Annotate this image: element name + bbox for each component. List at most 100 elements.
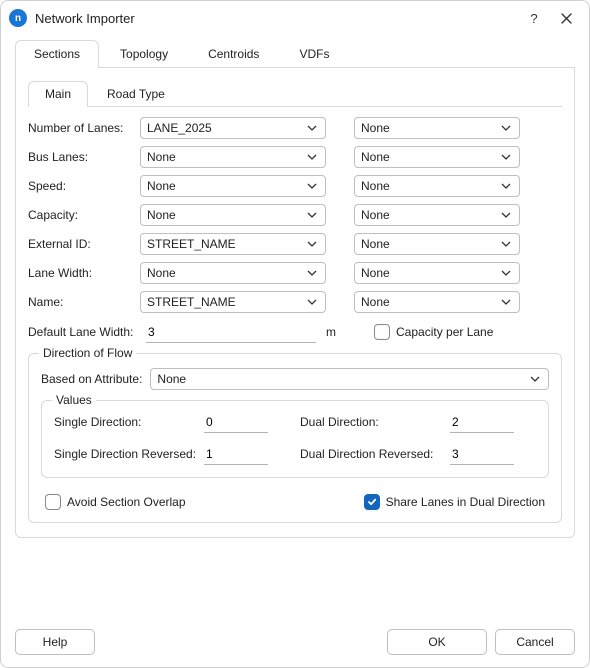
combo-external-id-left[interactable]: STREET_NAME [140, 233, 326, 255]
help-button[interactable]: Help [15, 629, 95, 655]
cancel-button[interactable]: Cancel [495, 629, 575, 655]
capacity-per-lane-check[interactable]: Capacity per Lane [374, 324, 493, 340]
combo-external-id-right[interactable]: None [354, 233, 520, 255]
chevron-down-icon [305, 125, 319, 131]
input-single-direction[interactable] [204, 411, 268, 433]
combo-capacity-right[interactable]: None [354, 204, 520, 226]
combo-value: None [147, 150, 305, 164]
chevron-down-icon [499, 154, 513, 160]
combo-number-of-lanes-right[interactable]: None [354, 117, 520, 139]
label-dual-direction-reversed: Dual Direction Reversed: [300, 447, 450, 461]
tab-sections[interactable]: Sections [15, 40, 99, 68]
label-capacity: Capacity: [28, 208, 140, 222]
values-grid: Single Direction: Dual Direction: Single… [54, 411, 536, 465]
dialog-footer: Help OK Cancel [1, 621, 589, 667]
sections-tab-page: Main Road Type Number of Lanes: LANE_202… [15, 68, 575, 538]
chevron-down-icon [305, 299, 319, 305]
chevron-down-icon [528, 376, 542, 382]
combo-number-of-lanes-left[interactable]: LANE_2025 [140, 117, 326, 139]
chevron-down-icon [499, 299, 513, 305]
tab-label: Topology [120, 47, 168, 61]
checkbox-icon [364, 494, 380, 510]
subtab-main[interactable]: Main [28, 81, 88, 107]
ok-button[interactable]: OK [387, 629, 487, 655]
combo-bus-lanes-right[interactable]: None [354, 146, 520, 168]
button-label: Cancel [516, 635, 553, 649]
label-dual-direction: Dual Direction: [300, 415, 450, 429]
combo-value: None [157, 372, 528, 386]
combo-name-right[interactable]: None [354, 291, 520, 313]
svg-text:?: ? [530, 11, 537, 25]
tab-label: Centroids [208, 47, 259, 61]
tab-vdfs[interactable]: VDFs [280, 40, 348, 68]
based-on-attribute-row: Based on Attribute: None [41, 368, 549, 390]
chevron-down-icon [305, 154, 319, 160]
help-titlebar-button[interactable]: ? [521, 7, 547, 29]
tab-label: Main [45, 87, 71, 101]
combo-based-on-attribute[interactable]: None [150, 368, 549, 390]
chevron-down-icon [305, 212, 319, 218]
combo-speed-right[interactable]: None [354, 175, 520, 197]
label-number-of-lanes: Number of Lanes: [28, 121, 140, 135]
input-dual-direction-reversed[interactable] [450, 443, 514, 465]
combo-value: None [361, 179, 499, 193]
input-single-direction-reversed[interactable] [204, 443, 268, 465]
label-default-lane-width: Default Lane Width: [28, 325, 140, 339]
app-icon-letter: n [15, 13, 21, 24]
sub-tabs: Main Road Type [28, 80, 562, 107]
tab-label: Sections [34, 47, 80, 61]
label-based-on-attribute: Based on Attribute: [41, 372, 142, 386]
checkbox-icon [45, 494, 61, 510]
chevron-down-icon [305, 183, 319, 189]
label-bus-lanes: Bus Lanes: [28, 150, 140, 164]
label-single-direction: Single Direction: [54, 415, 204, 429]
tab-label: Road Type [107, 87, 165, 101]
label-external-id: External ID: [28, 237, 140, 251]
close-icon [561, 13, 572, 24]
tab-centroids[interactable]: Centroids [189, 40, 278, 68]
chevron-down-icon [499, 270, 513, 276]
label-single-direction-reversed: Single Direction Reversed: [54, 447, 204, 461]
label-speed: Speed: [28, 179, 140, 193]
combo-capacity-left[interactable]: None [140, 204, 326, 226]
chevron-down-icon [499, 125, 513, 131]
default-lane-width-row: Default Lane Width: m Capacity per Lane [28, 321, 562, 343]
checkbox-label: Share Lanes in Dual Direction [386, 495, 545, 509]
network-importer-dialog: n Network Importer ? Sections Topology C… [0, 0, 590, 668]
group-legend: Direction of Flow [39, 346, 136, 360]
input-default-lane-width[interactable] [146, 321, 316, 343]
tab-topology[interactable]: Topology [101, 40, 187, 68]
button-label: OK [428, 635, 445, 649]
direction-of-flow-group: Direction of Flow Based on Attribute: No… [28, 353, 562, 523]
combo-value: None [147, 208, 305, 222]
titlebar: n Network Importer ? [1, 1, 589, 35]
combo-value: None [361, 150, 499, 164]
combo-value: None [361, 295, 499, 309]
share-lanes-check[interactable]: Share Lanes in Dual Direction [364, 494, 545, 510]
combo-value: STREET_NAME [147, 295, 305, 309]
field-grid: Number of Lanes: LANE_2025 None Bus Lane… [28, 117, 562, 313]
button-label: Help [43, 635, 68, 649]
combo-bus-lanes-left[interactable]: None [140, 146, 326, 168]
direction-checkboxes: Avoid Section Overlap Share Lanes in Dua… [41, 494, 549, 510]
chevron-down-icon [499, 183, 513, 189]
app-icon: n [9, 9, 27, 27]
close-titlebar-button[interactable] [553, 7, 579, 29]
combo-value: None [361, 237, 499, 251]
subtab-road-type[interactable]: Road Type [90, 81, 182, 107]
chevron-down-icon [305, 270, 319, 276]
combo-lane-width-right[interactable]: None [354, 262, 520, 284]
avoid-section-overlap-check[interactable]: Avoid Section Overlap [45, 494, 186, 510]
combo-value: None [147, 179, 305, 193]
combo-lane-width-left[interactable]: None [140, 262, 326, 284]
checkbox-label: Avoid Section Overlap [67, 495, 186, 509]
main-tabs: Sections Topology Centroids VDFs [15, 39, 575, 68]
combo-speed-left[interactable]: None [140, 175, 326, 197]
tab-label: VDFs [299, 47, 329, 61]
chevron-down-icon [305, 241, 319, 247]
input-dual-direction[interactable] [450, 411, 514, 433]
chevron-down-icon [499, 241, 513, 247]
combo-name-left[interactable]: STREET_NAME [140, 291, 326, 313]
dialog-content: Sections Topology Centroids VDFs Main Ro… [1, 35, 589, 621]
combo-value: LANE_2025 [147, 121, 305, 135]
